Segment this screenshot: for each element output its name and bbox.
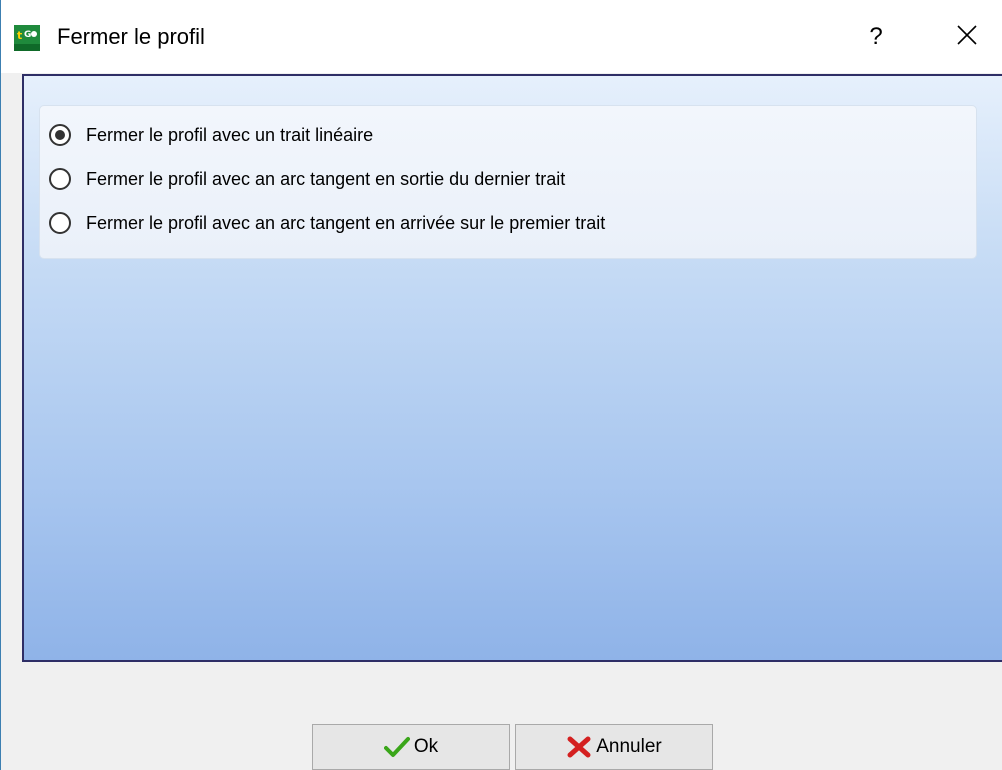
window-title: Fermer le profil <box>57 24 205 49</box>
cross-icon <box>566 736 592 758</box>
title-bar[interactable]: t G Fermer le profil ? <box>1 0 1002 73</box>
close-icon <box>956 24 978 51</box>
option-arc-exit-last[interactable]: Fermer le profil avec an arc tangent en … <box>49 164 565 194</box>
app-logo-icon: t G <box>14 25 40 51</box>
option-linear-line[interactable]: Fermer le profil avec un trait linéaire <box>49 120 373 150</box>
check-icon <box>383 736 410 758</box>
radio-button-selected[interactable] <box>49 124 71 146</box>
option-arc-arrival-first[interactable]: Fermer le profil avec an arc tangent en … <box>49 208 605 238</box>
ok-button[interactable]: Ok <box>312 724 510 770</box>
ok-label: Ok <box>413 736 439 757</box>
option-label: Fermer le profil avec an arc tangent en … <box>86 168 566 189</box>
cancel-label: Annuler <box>596 736 662 757</box>
radio-button[interactable] <box>49 168 71 190</box>
option-group: Fermer le profil avec un trait linéaire … <box>39 105 977 259</box>
dialog-window: t G Fermer le profil ? Fermer le profil … <box>0 0 1002 770</box>
radio-button[interactable] <box>49 212 71 234</box>
help-button[interactable]: ? <box>851 14 901 60</box>
option-label: Fermer le profil avec an arc tangent en … <box>86 212 606 233</box>
cancel-button[interactable]: Annuler <box>515 724 713 770</box>
option-label: Fermer le profil avec un trait linéaire <box>86 124 374 145</box>
close-button[interactable] <box>941 14 993 60</box>
options-panel: Fermer le profil avec un trait linéaire … <box>22 74 1002 662</box>
svg-text:G: G <box>24 30 31 40</box>
svg-text:t: t <box>17 29 22 42</box>
